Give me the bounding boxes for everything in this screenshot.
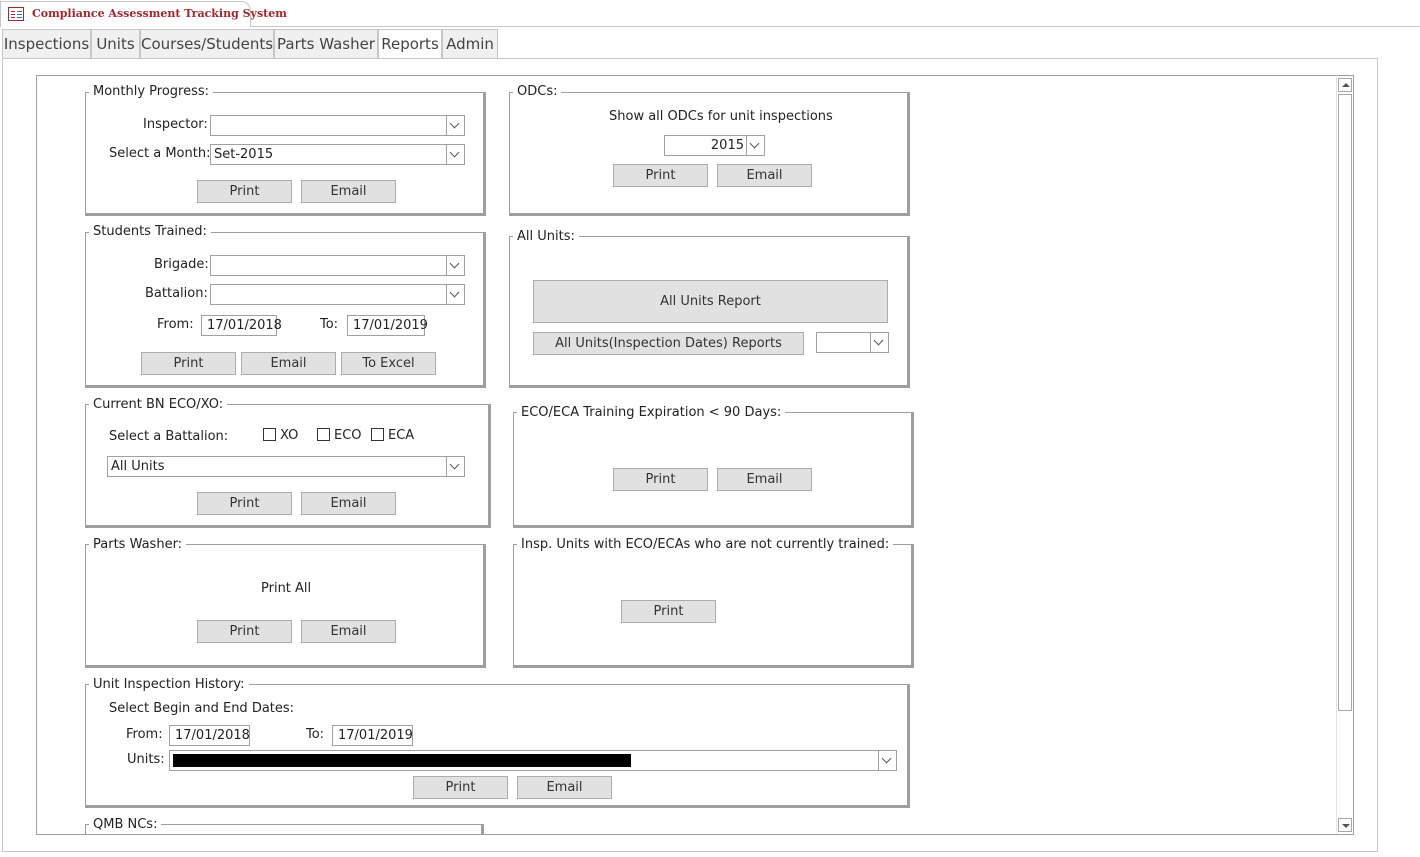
tab-parts-washer[interactable]: Parts Washer bbox=[274, 29, 378, 59]
chevron-down-icon bbox=[449, 287, 460, 298]
chevron-down-icon bbox=[873, 335, 884, 346]
tab-inspections[interactable]: Inspections bbox=[2, 29, 91, 59]
parts-washer-group bbox=[85, 544, 486, 668]
select-battalion-label: Select a Battalion: bbox=[109, 429, 229, 444]
eco-eca-expiration-title: ECO/ECA Training Expiration < 90 Days: bbox=[517, 405, 786, 421]
current-bn-battalion-select[interactable]: All Units bbox=[107, 456, 465, 477]
history-print-button[interactable]: Print bbox=[413, 776, 508, 799]
redacted-unit-value bbox=[173, 754, 631, 767]
all-units-report-button[interactable]: All Units Report bbox=[533, 280, 888, 323]
chevron-down-icon bbox=[449, 118, 460, 129]
students-from-date[interactable]: 17/01/2018 bbox=[201, 315, 282, 336]
students-from-label: From: bbox=[157, 317, 194, 332]
xo-label: XO bbox=[280, 428, 299, 443]
inspector-select[interactable] bbox=[210, 115, 465, 136]
chevron-down-icon bbox=[881, 753, 892, 764]
current-bn-email-button[interactable]: Email bbox=[301, 492, 396, 515]
eco-eca-print-button[interactable]: Print bbox=[613, 468, 708, 491]
inspector-dropdown-button[interactable] bbox=[446, 116, 464, 135]
battalion-dropdown-button[interactable] bbox=[446, 285, 464, 304]
scroll-up-button[interactable] bbox=[1338, 78, 1352, 92]
form-icon bbox=[8, 7, 24, 21]
insp-units-print-button[interactable]: Print bbox=[621, 600, 716, 623]
qmb-title: QMB NCs: bbox=[89, 817, 162, 833]
tab-reports[interactable]: Reports bbox=[378, 29, 442, 59]
eco-eca-email-button[interactable]: Email bbox=[717, 468, 812, 491]
current-bn-title: Current BN ECO/XO: bbox=[89, 397, 228, 413]
history-units-select[interactable] bbox=[169, 750, 897, 771]
chevron-down-icon bbox=[449, 258, 460, 269]
eco-eca-expiration-group bbox=[513, 412, 914, 528]
history-from-label: From: bbox=[126, 727, 163, 742]
insp-units-title: Insp. Units with ECO/ECAs who are not cu… bbox=[517, 537, 894, 553]
monthly-print-button[interactable]: Print bbox=[197, 180, 292, 203]
all-units-inspection-dates-button[interactable]: All Units(Inspection Dates) Reports bbox=[533, 332, 804, 355]
chevron-down-icon bbox=[449, 459, 460, 470]
odcs-year-value: 2015 bbox=[710, 138, 744, 153]
students-email-button[interactable]: Email bbox=[241, 352, 336, 375]
students-excel-button[interactable]: To Excel bbox=[341, 352, 436, 375]
chevron-down-icon bbox=[449, 147, 460, 158]
students-to-label: To: bbox=[320, 317, 339, 332]
document-title: Compliance Assessment Tracking System bbox=[32, 7, 287, 20]
brigade-select[interactable] bbox=[210, 255, 465, 276]
month-dropdown-button[interactable] bbox=[446, 145, 464, 164]
parts-washer-title: Parts Washer: bbox=[89, 537, 187, 553]
eca-checkbox[interactable] bbox=[371, 428, 384, 441]
eca-label: ECA bbox=[388, 428, 415, 443]
month-value: Set-2015 bbox=[214, 147, 274, 162]
scroll-down-button[interactable] bbox=[1338, 818, 1352, 832]
parts-washer-print-button[interactable]: Print bbox=[197, 620, 292, 643]
odcs-email-button[interactable]: Email bbox=[717, 164, 812, 187]
tab-units[interactable]: Units bbox=[91, 29, 140, 59]
students-print-button[interactable]: Print bbox=[141, 352, 236, 375]
all-units-title: All Units: bbox=[513, 229, 579, 245]
odcs-year-select[interactable]: 2015 bbox=[664, 135, 765, 156]
battalion-select[interactable] bbox=[210, 284, 465, 305]
battalion-label: Battalion: bbox=[145, 286, 208, 301]
students-trained-title: Students Trained: bbox=[89, 224, 211, 240]
parts-washer-email-button[interactable]: Email bbox=[301, 620, 396, 643]
brigade-label: Brigade: bbox=[154, 257, 209, 272]
odcs-year-dropdown-button[interactable] bbox=[746, 136, 764, 155]
chevron-down-icon bbox=[749, 138, 760, 149]
brigade-dropdown-button[interactable] bbox=[446, 256, 464, 275]
month-label: Select a Month: bbox=[109, 146, 211, 161]
xo-checkbox[interactable] bbox=[263, 428, 276, 441]
unit-history-title: Unit Inspection History: bbox=[89, 677, 249, 693]
inspector-label: Inspector: bbox=[143, 117, 208, 132]
history-units-dropdown-button[interactable] bbox=[878, 751, 896, 770]
current-bn-battalion-value: All Units bbox=[111, 459, 165, 474]
odcs-caption: Show all ODCs for unit inspections bbox=[609, 109, 833, 124]
month-select[interactable]: Set-2015 bbox=[210, 144, 465, 165]
tab-courses-students[interactable]: Courses/Students bbox=[140, 29, 274, 59]
current-bn-dropdown-button[interactable] bbox=[446, 457, 464, 476]
eco-checkbox[interactable] bbox=[317, 428, 330, 441]
parts-washer-caption: Print All bbox=[261, 581, 312, 596]
arrow-down-icon bbox=[1342, 824, 1350, 828]
tab-admin[interactable]: Admin bbox=[442, 29, 498, 59]
all-units-report-select[interactable] bbox=[816, 332, 889, 353]
history-email-button[interactable]: Email bbox=[517, 776, 612, 799]
current-bn-print-button[interactable]: Print bbox=[197, 492, 292, 515]
history-to-label: To: bbox=[306, 727, 325, 742]
all-units-dropdown-button[interactable] bbox=[870, 333, 888, 352]
history-to-date[interactable]: 17/01/2019 bbox=[332, 725, 413, 746]
history-units-label: Units: bbox=[127, 752, 165, 767]
students-to-date[interactable]: 17/01/2019 bbox=[347, 315, 428, 336]
unit-history-caption: Select Begin and End Dates: bbox=[109, 701, 295, 716]
arrow-up-icon bbox=[1342, 83, 1350, 87]
odcs-title: ODCs: bbox=[513, 84, 562, 100]
scrollbar-thumb[interactable] bbox=[1338, 94, 1352, 711]
monthly-progress-title: Monthly Progress: bbox=[89, 84, 214, 100]
history-from-date[interactable]: 17/01/2018 bbox=[169, 725, 250, 746]
monthly-email-button[interactable]: Email bbox=[301, 180, 396, 203]
eco-label: ECO bbox=[334, 428, 362, 443]
odcs-print-button[interactable]: Print bbox=[613, 164, 708, 187]
